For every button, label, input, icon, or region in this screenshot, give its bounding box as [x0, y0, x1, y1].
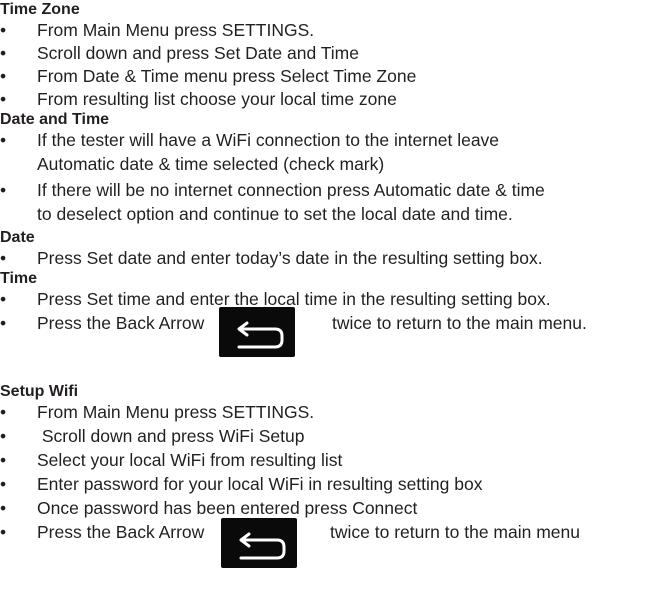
list-item-text: Press the Back Arrow [37, 313, 205, 333]
list-item: • Press the Back Arrow twice to return t… [0, 518, 664, 568]
bullet-dot: • [0, 89, 7, 109]
list-item-text: Press the Back Arrow [37, 522, 205, 542]
list-item-text: Press Set date and enter today’s date in… [37, 248, 543, 268]
setup-wifi-heading: Setup Wifi [0, 383, 79, 400]
bullet-dot: • [0, 313, 7, 333]
list-item-text: Scroll down and press WiFi Setup [37, 426, 305, 446]
bullet-dot: • [0, 180, 7, 200]
date-and-time-heading: Date and Time [0, 111, 110, 128]
list-item-text-tail: twice to return to the main menu [330, 522, 580, 542]
time-heading: Time [0, 270, 38, 287]
list-item-text: From resulting list choose your local ti… [37, 89, 397, 109]
list-item-text: From Main Menu press SETTINGS. [37, 20, 315, 40]
bullet-dot: • [0, 20, 7, 40]
time-zone-heading: Time Zone [0, 1, 80, 18]
instructions-document: Time Zone • From Main Menu press SETTINGS… [0, 0, 664, 593]
list-item-text: Enter password for your local WiFi in re… [37, 474, 483, 494]
list-item-text: Select your local WiFi from resulting li… [37, 450, 343, 470]
bullet-dot: • [0, 289, 7, 309]
bullet-dot: • [0, 130, 7, 150]
back-arrow-icon [219, 307, 295, 357]
date-heading: Date [0, 229, 35, 246]
list-item: • Press the Back Arrow twice to return t… [0, 307, 664, 357]
list-item-text: From Date & Time menu press Select Time … [37, 66, 417, 86]
bullet-dot: • [0, 498, 7, 518]
list-item-text-continued: Automatic date & time selected (check ma… [37, 154, 385, 174]
bullet-dot: • [0, 450, 7, 470]
list-item-text-continued: to deselect option and continue to set t… [37, 204, 513, 224]
list-item-text: If there will be no internet connection … [37, 180, 545, 200]
bullet-dot: • [0, 402, 7, 422]
bullet-dot: • [0, 474, 7, 494]
list-item-text: Scroll down and press Set Date and Time [37, 43, 359, 63]
bullet-dot: • [0, 66, 7, 86]
bullet-dot: • [0, 248, 7, 268]
bullet-dot: • [0, 43, 7, 63]
bullet-dot: • [0, 522, 7, 542]
back-arrow-icon [221, 518, 297, 568]
list-item-text: From Main Menu press SETTINGS. [37, 402, 315, 422]
list-item-text: Once password has been entered press Con… [37, 498, 418, 518]
list-item-text: If the tester will have a WiFi connectio… [37, 130, 500, 150]
bullet-dot: • [0, 426, 7, 446]
list-item-text-tail: twice to return to the main menu. [332, 313, 587, 333]
